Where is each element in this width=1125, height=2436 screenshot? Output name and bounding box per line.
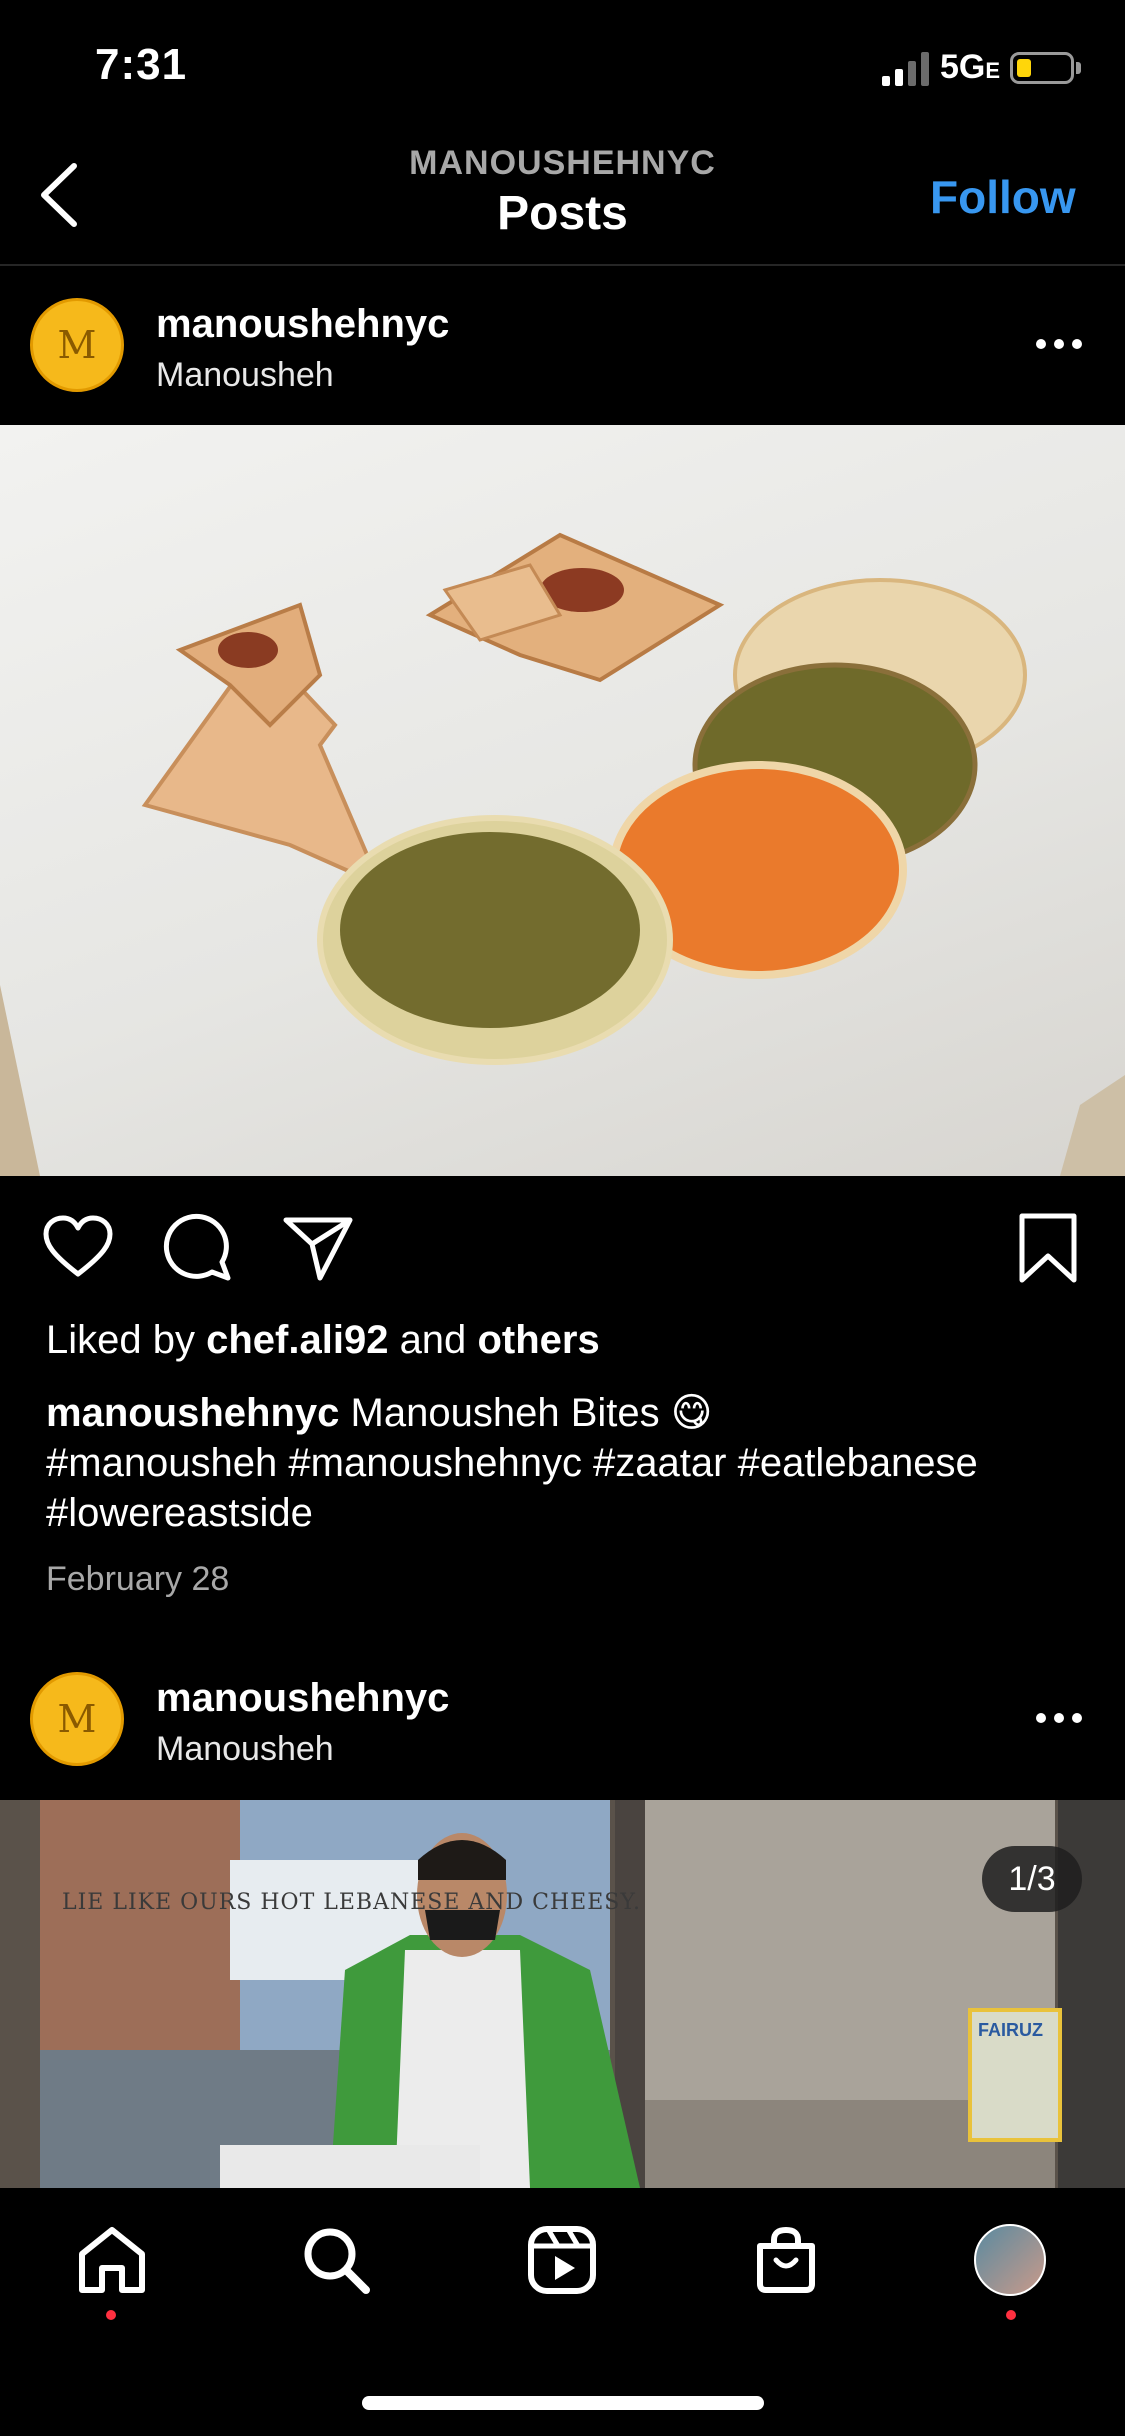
home-indicator[interactable] xyxy=(362,2396,764,2410)
battery-tip xyxy=(1076,62,1081,74)
liked-prefix: Liked by xyxy=(46,1318,195,1362)
status-time: 7:31 xyxy=(95,40,188,89)
poster-text: FAIRUZ xyxy=(978,2020,1043,2040)
profile-notification-dot xyxy=(1006,2310,1016,2320)
post-image[interactable] xyxy=(0,425,1125,1176)
liked-others[interactable]: others xyxy=(477,1318,599,1362)
avatar[interactable]: M xyxy=(30,1672,124,1766)
battery-icon xyxy=(1010,52,1074,84)
liked-and: and xyxy=(399,1318,467,1362)
bookmark-icon[interactable] xyxy=(1012,1212,1084,1284)
reels-icon[interactable] xyxy=(526,2224,598,2296)
post-date: February 28 xyxy=(46,1560,230,1598)
header-divider xyxy=(0,264,1125,266)
post-location[interactable]: Manousheh xyxy=(156,1730,334,1769)
more-options-icon[interactable] xyxy=(1034,1711,1084,1725)
caption-username[interactable]: manoushehnyc xyxy=(46,1391,339,1435)
food-photo xyxy=(0,532,1125,1176)
post-location[interactable]: Manousheh xyxy=(156,356,334,395)
avatar-letter: M xyxy=(57,1697,97,1741)
search-icon[interactable] xyxy=(300,2224,372,2296)
avatar-letter: M xyxy=(57,323,97,367)
likes-summary[interactable]: Liked by chef.ali92 and others xyxy=(46,1318,600,1363)
caption-hashtags[interactable]: #manousheh #manoushehnyc #zaatar #eatleb… xyxy=(46,1441,978,1535)
window-sign-text: LIE LIKE OURS HOT LEBANESE AND CHEESY. xyxy=(62,1890,642,1915)
post-image[interactable]: LIE LIKE OURS HOT LEBANESE AND CHEESY. F… xyxy=(0,1800,1125,2188)
post-caption: manoushehnyc Manousheh Bites 😋 #manoushe… xyxy=(46,1388,1076,1538)
heart-icon[interactable] xyxy=(42,1212,114,1284)
shop-icon[interactable] xyxy=(750,2224,822,2296)
profile-avatar[interactable] xyxy=(974,2224,1046,2296)
post-username[interactable]: manoushehnyc xyxy=(156,1676,449,1721)
follow-button[interactable]: Follow xyxy=(930,170,1076,224)
cellular-signal-icon xyxy=(882,52,929,86)
share-icon[interactable] xyxy=(282,1212,354,1284)
home-icon[interactable] xyxy=(76,2224,148,2296)
storefront-photo xyxy=(0,1800,1125,2188)
post-username[interactable]: manoushehnyc xyxy=(156,302,449,347)
network-type: 5GE xyxy=(940,48,1001,86)
comment-icon[interactable] xyxy=(162,1212,234,1284)
liked-user[interactable]: chef.ali92 xyxy=(206,1318,388,1362)
avatar[interactable]: M xyxy=(30,298,124,392)
more-options-icon[interactable] xyxy=(1034,337,1084,351)
image-counter-badge: 1/3 xyxy=(982,1846,1082,1912)
home-notification-dot xyxy=(106,2310,116,2320)
caption-text: Manousheh Bites 😋 xyxy=(350,1391,713,1435)
